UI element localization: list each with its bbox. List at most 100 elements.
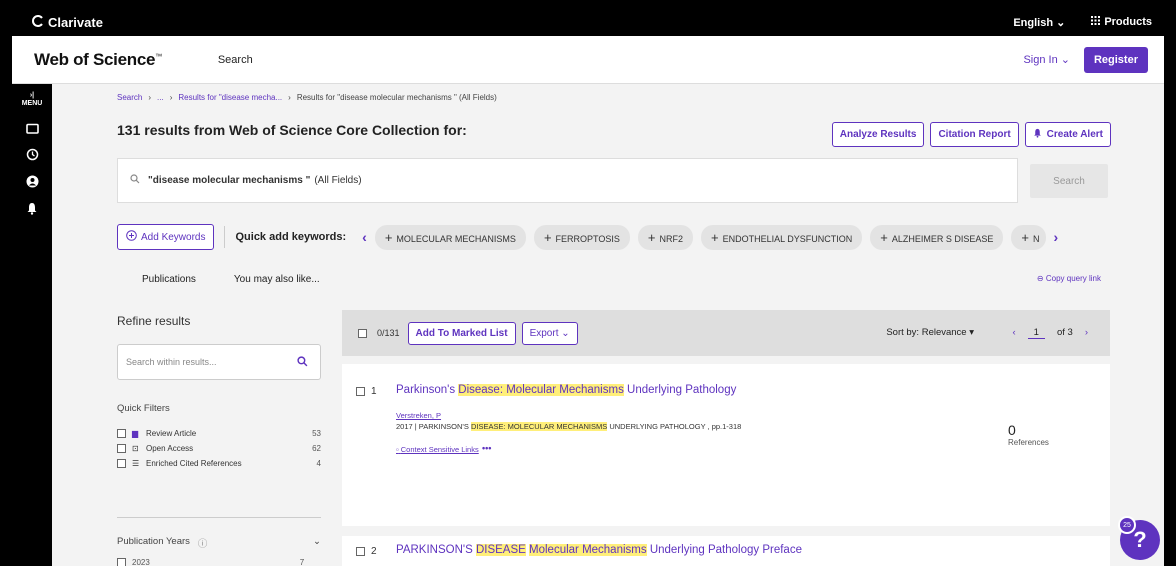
app-header: Web of Science™ Search Sign In ⌄ Registe…	[12, 36, 1164, 84]
sort-by-dropdown[interactable]: Sort by: Relevance ▾	[886, 327, 974, 338]
results-toolbar: 0/131 Add To Marked List Export ⌄ Sort b…	[342, 310, 1110, 356]
refine-search-placeholder: Search within results...	[126, 357, 217, 367]
page-input[interactable]: 1	[1027, 327, 1045, 339]
menu-toggle[interactable]: ›| MENU	[22, 92, 43, 109]
language-selector[interactable]: English ⌄	[1013, 16, 1065, 29]
keyword-chip[interactable]: + NRF2	[637, 224, 693, 250]
logo-text: Web of Science	[34, 49, 156, 69]
clarivate-logo[interactable]: Clarivate	[32, 15, 103, 30]
menu-label: MENU	[21, 100, 43, 108]
next-page-icon[interactable]: ›	[1085, 327, 1088, 339]
chip-label: NRF2	[659, 233, 683, 244]
filter-review-article[interactable]: ▆ Review Article 53	[117, 426, 321, 441]
filter-label: Review Article	[146, 429, 197, 438]
search-icon	[130, 174, 140, 187]
copy-query-link[interactable]: ⊖ Copy query link	[1037, 274, 1101, 283]
divider	[117, 517, 321, 518]
chip-label: ALZHEIMER S DISEASE	[891, 233, 994, 244]
wos-logo[interactable]: Web of Science™	[34, 50, 162, 70]
results-panel: 0/131 Add To Marked List Export ⌄ Sort b…	[342, 310, 1110, 566]
nav-search-link[interactable]: Search	[218, 54, 253, 66]
chip-label: MOLECULAR MECHANISMS	[396, 233, 516, 244]
products-menu[interactable]: Products	[1091, 16, 1152, 28]
products-label: Products	[1104, 16, 1152, 28]
results-heading: 131 results from Web of Science Core Col…	[117, 122, 467, 138]
publication-years-label: Publication Years	[117, 536, 190, 547]
keyword-chip[interactable]: + FERROPTOSIS	[533, 224, 630, 250]
context-links[interactable]: ▫ Context Sensitive Links	[396, 445, 479, 454]
register-button[interactable]: Register	[1083, 46, 1148, 73]
folder-icon[interactable]	[25, 123, 39, 134]
plus-circle-icon	[126, 230, 137, 244]
references-count[interactable]: 0 References	[1008, 422, 1049, 447]
breadcrumb-ellipsis[interactable]: ...	[157, 93, 164, 102]
record-index: 2	[371, 546, 377, 557]
export-button[interactable]: Export ⌄	[521, 321, 578, 345]
breadcrumb-separator: ›	[169, 93, 173, 102]
checkbox[interactable]	[117, 558, 126, 566]
breadcrumb-previous[interactable]: Results for "disease mecha...	[178, 93, 282, 102]
checkbox[interactable]	[117, 459, 126, 468]
create-alert-button[interactable]: Create Alert	[1024, 122, 1111, 147]
record-checkbox[interactable]	[356, 387, 365, 396]
keyword-chip[interactable]: + N	[1011, 224, 1046, 250]
chevron-left-icon[interactable]: ‹	[362, 229, 367, 245]
record-title[interactable]: PARKINSON'S DISEASE Molecular Mechanisms…	[396, 544, 802, 556]
analyze-results-button[interactable]: Analyze Results	[831, 122, 925, 147]
references-label: References	[1008, 438, 1049, 447]
prev-page-icon[interactable]: ‹	[1013, 327, 1016, 339]
quick-add-label: Quick add keywords:	[235, 231, 347, 243]
record-title[interactable]: Parkinson's Disease: Molecular Mechanism…	[396, 384, 736, 396]
bell-icon[interactable]	[26, 202, 38, 215]
add-keywords-label: Add Keywords	[141, 231, 206, 243]
more-options-icon[interactable]: •••	[482, 443, 491, 453]
breadcrumb: Search › ... › Results for "disease mech…	[117, 93, 497, 102]
publication-years-header[interactable]: Publication Years ⓘ ⌄	[117, 536, 321, 550]
filter-enriched-references[interactable]: ☰ Enriched Cited References 4	[117, 456, 321, 471]
record-author[interactable]: Verstreken, P	[396, 411, 441, 420]
copy-link-label: Copy query link	[1045, 274, 1101, 283]
filter-count: 53	[312, 429, 321, 438]
references-number: 0	[1008, 422, 1016, 438]
keyword-chip[interactable]: + MOLECULAR MECHANISMS	[374, 224, 526, 250]
record-checkbox[interactable]	[356, 547, 365, 556]
filter-open-access[interactable]: ⊡ Open Access 62	[117, 441, 321, 456]
side-rail: ›| MENU	[12, 84, 52, 566]
sign-in-button[interactable]: Sign In ⌄	[1023, 53, 1070, 66]
chip-label: ENDOTHELIAL DYSFUNCTION	[722, 233, 853, 244]
search-button[interactable]: Search	[1030, 164, 1108, 198]
tab-publications[interactable]: Publications	[142, 274, 196, 285]
citation-report-button[interactable]: Citation Report	[930, 122, 1019, 147]
keyword-row: Add Keywords Quick add keywords: ‹ + MOLE…	[117, 224, 1102, 250]
year-filter-item[interactable]: 2023 7	[117, 558, 304, 566]
filter-count: 4	[316, 459, 321, 468]
keyword-chip[interactable]: + ALZHEIMER S DISEASE	[870, 224, 1004, 250]
create-alert-label: Create Alert	[1046, 129, 1103, 140]
expand-icon: ›|	[29, 92, 35, 99]
select-all-checkbox[interactable]	[358, 328, 367, 338]
search-query-input[interactable]: "disease molecular mechanisms " (All Fie…	[117, 158, 1018, 203]
breadcrumb-search[interactable]: Search	[117, 93, 142, 102]
chip-label: N	[1033, 233, 1040, 244]
breadcrumb-separator: ›	[288, 93, 291, 102]
unlock-icon: ⊡	[132, 444, 139, 453]
clarivate-logo-icon	[32, 14, 44, 30]
result-tabs: Publications You may also like...	[142, 274, 320, 285]
breadcrumb-separator: ›	[148, 93, 152, 102]
tab-also-like[interactable]: You may also like...	[234, 274, 320, 285]
checkbox[interactable]	[117, 444, 126, 453]
search-icon[interactable]	[297, 355, 308, 369]
result-record: 1 Parkinson's Disease: Molecular Mechani…	[342, 364, 1110, 526]
account-icon[interactable]	[26, 175, 39, 188]
refine-search-input[interactable]: Search within results...	[117, 344, 321, 380]
chevron-right-icon[interactable]: ›	[1054, 229, 1059, 245]
keyword-chip[interactable]: + ENDOTHELIAL DYSFUNCTION	[701, 224, 863, 250]
breadcrumb-current: Results for "disease molecular mechanism…	[296, 93, 497, 102]
history-icon[interactable]	[26, 148, 39, 161]
filter-label: Enriched Cited References	[146, 459, 242, 468]
brand-name: Clarivate	[48, 14, 103, 30]
add-to-marked-list-button[interactable]: Add To Marked List	[407, 321, 516, 345]
checkbox[interactable]	[117, 429, 126, 438]
add-keywords-button[interactable]: Add Keywords	[117, 224, 215, 250]
clarivate-topbar: Clarivate English ⌄ Products	[12, 8, 1164, 36]
